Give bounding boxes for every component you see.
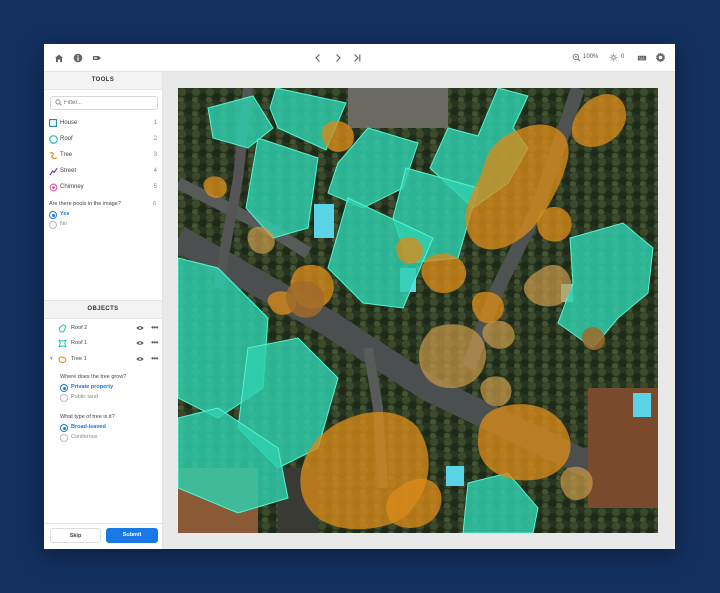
more-options-icon[interactable]: ••• bbox=[151, 354, 158, 363]
zoom-icon[interactable] bbox=[570, 51, 583, 64]
label-tag-icon[interactable] bbox=[90, 51, 103, 64]
brush-icon bbox=[49, 151, 58, 160]
radio-label: Public land bbox=[71, 394, 98, 400]
object-tree-1[interactable]: ▼ Tree 1 ••• bbox=[49, 354, 158, 366]
radio-button[interactable] bbox=[60, 394, 68, 402]
object-roof-2[interactable]: Roof 2 ••• bbox=[49, 323, 158, 335]
brightness-value: 0 bbox=[621, 54, 625, 60]
tool-label: Street bbox=[60, 168, 77, 174]
radio-button-selected[interactable] bbox=[49, 211, 57, 219]
object-label: Roof 2 bbox=[71, 325, 88, 331]
polygon-icon bbox=[58, 339, 67, 348]
tools-header: TOOLS bbox=[44, 72, 162, 90]
aerial-image[interactable] bbox=[178, 88, 658, 533]
brush-icon bbox=[58, 355, 67, 364]
info-icon[interactable] bbox=[71, 51, 84, 64]
tools-sidebar: TOOLS House 1 Roof 2 Tree 3 Street 4 bbox=[44, 72, 163, 549]
keyboard-icon[interactable] bbox=[635, 51, 648, 64]
radio-label: Private property bbox=[71, 384, 114, 390]
radio-button-selected[interactable] bbox=[60, 384, 68, 392]
object-label: Tree 1 bbox=[71, 356, 87, 362]
search-icon bbox=[55, 99, 62, 108]
pools-question: Are there pools in the image? bbox=[49, 201, 121, 207]
radio-label: Coniferous bbox=[71, 434, 98, 440]
radio-label: Yes bbox=[60, 211, 70, 217]
tool-shortcut: 5 bbox=[153, 184, 157, 190]
bounding-box-icon bbox=[49, 119, 58, 128]
tool-house[interactable]: House 1 bbox=[49, 118, 157, 130]
polygon-icon bbox=[49, 135, 58, 144]
tool-roof[interactable]: Roof 2 bbox=[49, 134, 157, 146]
objects-section: OBJECTS bbox=[44, 300, 162, 319]
filter-input[interactable] bbox=[64, 98, 152, 108]
settings-gear-icon[interactable] bbox=[654, 51, 667, 64]
radio-label: No bbox=[60, 221, 68, 227]
brightness-icon[interactable] bbox=[607, 51, 620, 64]
image-canvas[interactable] bbox=[163, 72, 675, 549]
polygon-icon bbox=[58, 324, 67, 333]
next-icon[interactable] bbox=[331, 51, 344, 64]
object-roof-1[interactable]: Roof 1 ••• bbox=[49, 338, 158, 350]
radio-label: Broad-leaved bbox=[71, 424, 106, 430]
object-label: Roof 1 bbox=[71, 340, 88, 346]
top-toolbar: 100% 0 bbox=[44, 44, 675, 72]
submit-button[interactable]: Submit bbox=[106, 528, 158, 543]
tool-chimney[interactable]: Chimney 5 bbox=[49, 182, 157, 194]
tree-location-question: Where does the tree grow? bbox=[60, 374, 127, 380]
previous-icon[interactable] bbox=[311, 51, 324, 64]
radio-button[interactable] bbox=[49, 221, 57, 229]
tool-tree[interactable]: Tree 3 bbox=[49, 150, 157, 162]
tool-label: Tree bbox=[60, 152, 73, 158]
tool-shortcut: 3 bbox=[153, 152, 157, 158]
eye-icon[interactable] bbox=[136, 356, 144, 364]
eye-icon[interactable] bbox=[136, 325, 144, 333]
pools-question-shortcut: 6 bbox=[152, 201, 156, 207]
radio-button[interactable] bbox=[60, 434, 68, 442]
polyline-icon bbox=[49, 167, 58, 176]
more-options-icon[interactable]: ••• bbox=[151, 338, 158, 347]
objects-header: OBJECTS bbox=[44, 300, 162, 319]
filter-field[interactable] bbox=[50, 96, 158, 110]
tool-shortcut: 2 bbox=[153, 136, 157, 142]
tool-shortcut: 4 bbox=[153, 168, 157, 174]
zoom-level: 100% bbox=[583, 54, 599, 60]
tool-label: House bbox=[60, 120, 78, 126]
home-icon[interactable] bbox=[52, 51, 65, 64]
radio-button-selected[interactable] bbox=[60, 424, 68, 432]
tool-shortcut: 1 bbox=[153, 120, 157, 126]
more-options-icon[interactable]: ••• bbox=[151, 323, 158, 332]
annotation-window: 100% 0 TOOLS House 1 Roof 2 bbox=[44, 44, 675, 549]
tool-label: Roof bbox=[60, 136, 73, 142]
tool-label: Chimney bbox=[60, 184, 84, 190]
point-icon bbox=[49, 183, 58, 192]
tree-type-question: What type of tree is it? bbox=[60, 414, 115, 420]
skip-button[interactable]: Skip bbox=[50, 528, 101, 543]
eye-icon[interactable] bbox=[136, 340, 144, 348]
skip-to-last-icon[interactable] bbox=[350, 51, 363, 64]
tool-street[interactable]: Street 4 bbox=[49, 166, 157, 178]
sidebar-footer: Skip Submit bbox=[44, 523, 162, 549]
chevron-down-icon[interactable]: ▼ bbox=[49, 356, 54, 362]
